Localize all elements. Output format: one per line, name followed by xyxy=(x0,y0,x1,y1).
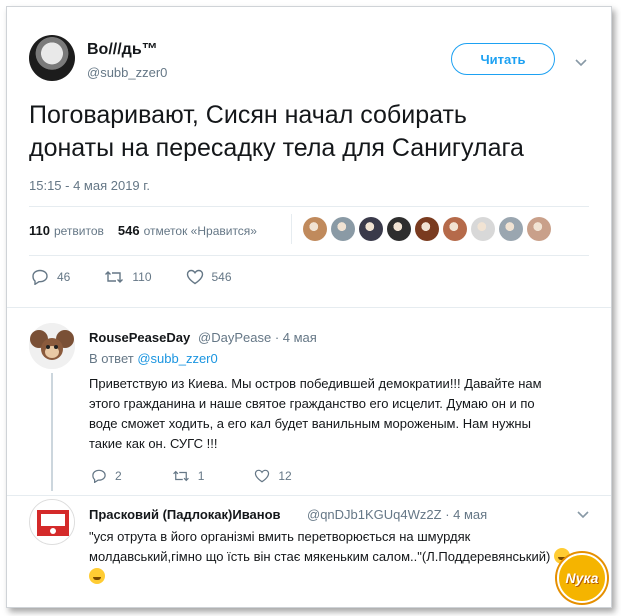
reply-text: Приветствую из Киева. Мы остров победивш… xyxy=(89,374,589,454)
follow-button[interactable]: Читать xyxy=(451,43,555,75)
like-action[interactable]: 546 xyxy=(186,269,232,285)
reply-text-line: Приветствую из Киева. Мы остров победивш… xyxy=(89,376,542,391)
retweets-label: ретвитов xyxy=(53,224,104,238)
retweet-icon xyxy=(105,271,124,283)
reply-count: 46 xyxy=(57,270,71,284)
like-count: 546 xyxy=(211,270,232,284)
tweet-text: Поговаривают, Сисян начал собирать донат… xyxy=(29,99,599,165)
retweet-icon xyxy=(172,470,189,482)
liker-avatar[interactable] xyxy=(387,217,411,241)
reply-text: "уся отрута в його організмі вмить перет… xyxy=(89,527,599,587)
reply-action[interactable]: 46 xyxy=(31,269,70,285)
heart-icon xyxy=(255,469,270,483)
liker-avatar[interactable] xyxy=(527,217,551,241)
liker-avatar[interactable] xyxy=(331,217,355,241)
author-name[interactable]: Во///дь™ xyxy=(87,41,158,59)
site-watermark-logo: Nука xyxy=(557,553,607,603)
like-action[interactable]: 12 xyxy=(254,469,292,483)
divider xyxy=(7,307,611,308)
reply-text-line: этого гражданина и наше святое гражданст… xyxy=(89,396,535,411)
reply-meta: @DayPease · 4 мая xyxy=(198,330,317,345)
reply-avatar[interactable] xyxy=(29,323,75,369)
reply-author-name[interactable]: Прасковий (Падлокак)Иванов xyxy=(89,507,281,522)
crying-laughing-emoji-icon xyxy=(89,568,105,584)
retweet-count: 110 xyxy=(132,270,152,284)
engagement-stats: 110 ретвитов 546 отметок «Нравится» xyxy=(29,223,257,238)
in-reply-prefix: В ответ xyxy=(89,351,134,366)
stat-divider xyxy=(291,214,292,244)
fire-sign-avatar-image xyxy=(30,500,74,544)
reply-text-line: молдавський,гімно що їсть він стає мякен… xyxy=(89,547,599,567)
tweet-text-line: донаты на пересадку тела для Санигулага xyxy=(29,134,524,162)
reply-count: 2 xyxy=(115,469,122,483)
reply-icon xyxy=(32,269,48,285)
reply-action[interactable]: 2 xyxy=(91,469,122,483)
reply-text-line: такие как он. СУГС !!! xyxy=(89,436,218,451)
likes-count: 546 xyxy=(117,223,140,238)
liker-avatar[interactable] xyxy=(471,217,495,241)
tweet-timestamp[interactable]: 15:15 - 4 мая 2019 г. xyxy=(29,178,150,193)
reply-time[interactable]: · 4 мая xyxy=(445,507,487,522)
reply-author-name[interactable]: RousePeaseDay xyxy=(89,330,190,345)
like-count: 12 xyxy=(278,469,292,483)
reply-author-handle[interactable]: @qnDJb1KGUq4Wz2Z xyxy=(307,507,442,522)
heart-icon xyxy=(186,269,203,285)
reply-avatar[interactable] xyxy=(29,499,75,545)
likes-stat[interactable]: 546 отметок «Нравится» xyxy=(118,223,257,238)
reply-icon xyxy=(92,469,106,483)
thread-line xyxy=(51,373,53,491)
reply-time[interactable]: · 4 мая xyxy=(275,330,317,345)
author-avatar[interactable] xyxy=(29,35,75,81)
reply-meta: @qnDJb1KGUq4Wz2Z · 4 мая xyxy=(307,507,487,522)
liker-avatar[interactable] xyxy=(415,217,439,241)
tweet-screenshot-frame: Во///дь™ @subb_zzer0 Читать Поговаривают… xyxy=(6,6,612,608)
liker-avatar[interactable] xyxy=(499,217,523,241)
likers-avatars xyxy=(303,217,551,241)
retweets-stat[interactable]: 110 ретвитов xyxy=(29,223,104,238)
liker-avatar[interactable] xyxy=(303,217,327,241)
reply-text-line-content: молдавський,гімно що їсть він стає мякен… xyxy=(89,549,551,564)
retweets-count: 110 xyxy=(29,223,50,238)
reply-text-line: "уся отрута в його організмі вмить перет… xyxy=(89,529,471,544)
in-reply-to: В ответ @subb_zzer0 xyxy=(89,351,218,366)
chevron-down-icon[interactable] xyxy=(575,59,587,67)
divider xyxy=(29,255,589,256)
reply-text-line: воде сможет ходить, а его кал будет вани… xyxy=(89,416,531,431)
liker-avatar[interactable] xyxy=(359,217,383,241)
retweet-count: 1 xyxy=(197,469,205,483)
reply-author-handle[interactable]: @DayPease xyxy=(198,330,271,345)
likes-label: отметок «Нравится» xyxy=(143,224,257,238)
in-reply-handle-link[interactable]: @subb_zzer0 xyxy=(137,351,217,366)
cheburashka-avatar-image xyxy=(29,323,75,369)
reply-text-line xyxy=(89,567,599,587)
chevron-down-icon[interactable] xyxy=(577,511,589,519)
author-handle[interactable]: @subb_zzer0 xyxy=(87,65,167,80)
reply-actions: 2 1 12 xyxy=(91,469,342,483)
tweet-actions: 46 110 546 xyxy=(31,269,266,285)
divider xyxy=(7,495,611,496)
watermark-text: Nука xyxy=(565,570,599,586)
liker-avatar[interactable] xyxy=(443,217,467,241)
divider xyxy=(29,206,589,207)
retweet-action[interactable]: 110 xyxy=(104,269,152,285)
retweet-action[interactable]: 1 xyxy=(172,469,205,483)
tweet-text-line: Поговаривают, Сисян начал собирать xyxy=(29,101,467,129)
